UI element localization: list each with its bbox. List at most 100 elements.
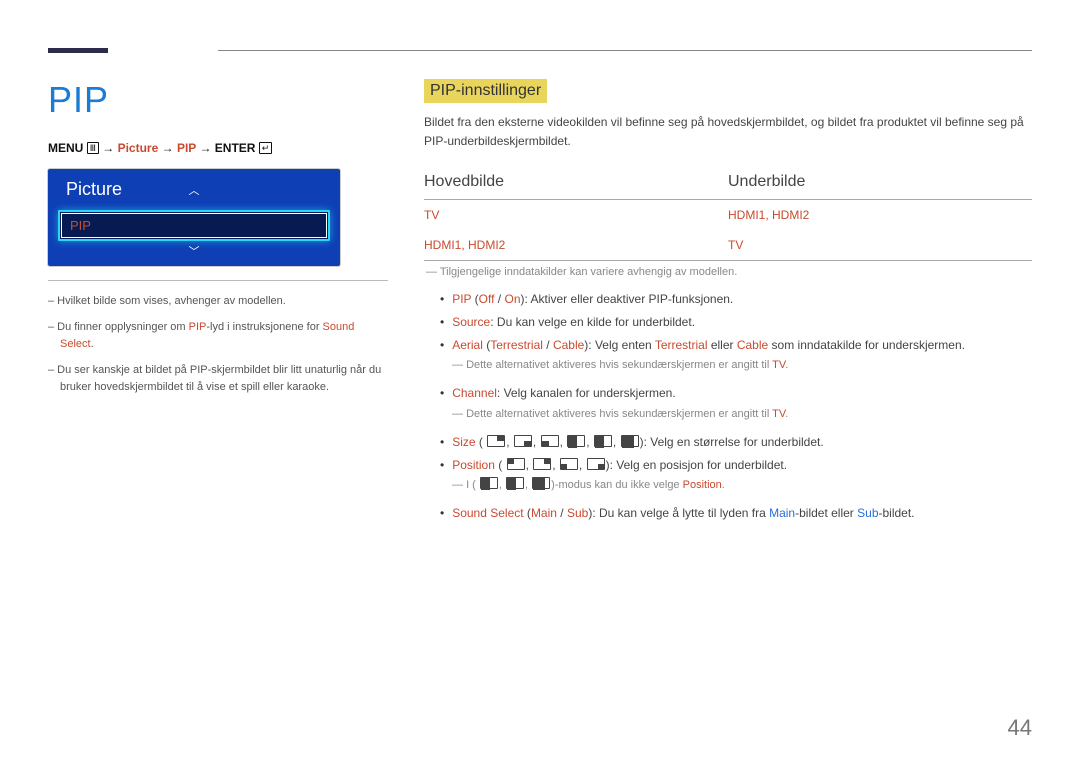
txt: eller [708, 338, 737, 352]
opt: Cable [553, 338, 584, 352]
pip-table: Hovedbilde Underbilde TV HDMI1, HDMI2 HD… [424, 165, 1032, 261]
txt: . [785, 408, 788, 420]
txt: . [722, 479, 725, 491]
hl: TV [772, 359, 785, 371]
k: Sound Select [452, 506, 523, 520]
bc-picture: Picture [118, 141, 159, 155]
osd-panel: Picture ︿ PIP ﹀ [48, 169, 340, 266]
txt: Dette alternativet aktiveres hvis sekund… [466, 408, 772, 420]
list-item-position: Position ( , , , ): Velg en posisjon for… [424, 454, 1032, 477]
osd-item-pip[interactable]: PIP [58, 210, 330, 241]
table-rule [424, 260, 1032, 261]
pos-icon [533, 458, 551, 470]
settings-list: PIP (Off / On): Aktiver eller deaktiver … [424, 288, 1032, 356]
size-icon [541, 435, 559, 447]
hl: TV [772, 408, 785, 420]
list-item-channel: Channel: Velg kanalen for underskjermen. [424, 382, 1032, 405]
size-icon [506, 477, 524, 489]
table-header: Hovedbilde Underbilde [424, 165, 1032, 199]
txt: : Du kan velge å lytte til lyden fra [592, 506, 769, 520]
bc-arrow: → [199, 141, 211, 155]
chevron-up-icon[interactable]: ︿ [189, 182, 200, 198]
footnote: – Hvilket bilde som vises, avhenger av m… [48, 293, 388, 311]
header-accent-bar [48, 48, 108, 53]
bc-arrow: → [102, 141, 114, 155]
bc-menu: MENU [48, 141, 83, 155]
footnotes: – Hvilket bilde som vises, avhenger av m… [48, 293, 388, 397]
list-item-aerial: Aerial (Terrestrial / Cable): Velg enten… [424, 334, 1032, 357]
right-column: PIP-innstillinger Bildet fra den ekstern… [424, 79, 1032, 525]
table-footnote: ― Tilgjengelige inndatakilder kan varier… [424, 263, 1032, 282]
td: TV [728, 230, 1032, 260]
td: TV [424, 200, 728, 230]
pos-icon [560, 458, 578, 470]
td: HDMI1, HDMI2 [728, 200, 1032, 230]
opt: Cable [737, 338, 768, 352]
opt: Sub [567, 506, 588, 520]
channel-sub-note: ― Dette alternativet aktiveres hvis seku… [424, 405, 1032, 425]
footnote: – Du finner opplysninger om PIP-lyd i in… [48, 319, 388, 354]
bc-arrow: → [162, 141, 174, 155]
settings-list-4: Sound Select (Main / Sub): Du kan velge … [424, 502, 1032, 525]
aerial-sub-note: ― Dette alternativet aktiveres hvis seku… [424, 356, 1032, 376]
left-column: PIP MENU Ⅲ → Picture → PIP → ENTER ↵ Pic… [48, 79, 388, 525]
txt: : Velg enten [588, 338, 655, 352]
tail: som inndatakilde for underskjermen. [768, 338, 965, 352]
opt: Off [479, 292, 495, 306]
k: Position [452, 458, 495, 472]
tail: ): Velg en størrelse for underbildet. [640, 435, 824, 449]
chevron-down-icon[interactable]: ﹀ [189, 246, 200, 258]
txt: -bildet eller [795, 506, 857, 520]
size-icon [621, 435, 639, 447]
bc-enter: ENTER [215, 141, 256, 155]
bc-pip: PIP [177, 141, 196, 155]
page-number: 44 [1008, 715, 1032, 741]
th-underbilde: Underbilde [728, 165, 1032, 199]
breadcrumb: MENU Ⅲ → Picture → PIP → ENTER ↵ [48, 141, 388, 155]
enter-icon: ↵ [259, 142, 273, 154]
osd-footer: ﹀ [48, 241, 340, 258]
td: HDMI1, HDMI2 [424, 230, 728, 260]
k: Size [452, 435, 475, 449]
tail: : Aktiver eller deaktiver PIP-funksjonen… [525, 292, 734, 306]
table-footnote-text: Tilgjengelige inndatakilder kan variere … [440, 266, 737, 278]
osd-header: Picture ︿ [48, 169, 340, 210]
page-title: PIP [48, 79, 388, 121]
list-item-size: Size ( , , , , , ): Velg en størrelse fo… [424, 431, 1032, 454]
size-icon [480, 477, 498, 489]
tail: : Velg kanalen for underskjermen. [497, 386, 676, 400]
txt: Dette alternativet aktiveres hvis sekund… [466, 359, 772, 371]
opt: Terrestrial [655, 338, 708, 352]
menu-icon: Ⅲ [87, 142, 99, 154]
left-divider [48, 280, 388, 281]
txt: I ( [466, 479, 476, 491]
tail: : Du kan velge en kilde for underbildet. [490, 315, 695, 329]
osd-title: Picture [66, 179, 122, 200]
k: Source [452, 315, 490, 329]
txt: )-modus kan du ikke velge [551, 479, 682, 491]
opt: On [504, 292, 520, 306]
blue: Main [769, 506, 795, 520]
k: PIP [452, 292, 471, 306]
pos-icon [507, 458, 525, 470]
size-icon [532, 477, 550, 489]
list-item-pip: PIP (Off / On): Aktiver eller deaktiver … [424, 288, 1032, 311]
settings-list-2: Channel: Velg kanalen for underskjermen. [424, 382, 1032, 405]
size-icon [567, 435, 585, 447]
th-hovedbilde: Hovedbilde [424, 165, 728, 199]
content-layout: PIP MENU Ⅲ → Picture → PIP → ENTER ↵ Pic… [48, 79, 1032, 525]
tail: ): Velg en posisjon for underbildet. [606, 458, 787, 472]
header-rule [218, 50, 1032, 51]
txt: . [785, 359, 788, 371]
pos-icon [587, 458, 605, 470]
list-item-soundselect: Sound Select (Main / Sub): Du kan velge … [424, 502, 1032, 525]
table-row: TV HDMI1, HDMI2 [424, 200, 1032, 230]
blue: Sub [857, 506, 878, 520]
osd-item-wrap: PIP [48, 210, 340, 241]
settings-list-3: Size ( , , , , , ): Velg en størrelse fo… [424, 431, 1032, 477]
tail: -bildet. [879, 506, 915, 520]
footnote: – Du ser kanskje at bildet på PIP-skjerm… [48, 362, 388, 397]
hl: Position [683, 479, 722, 491]
opt: Main [531, 506, 557, 520]
list-item-source: Source: Du kan velge en kilde for underb… [424, 311, 1032, 334]
